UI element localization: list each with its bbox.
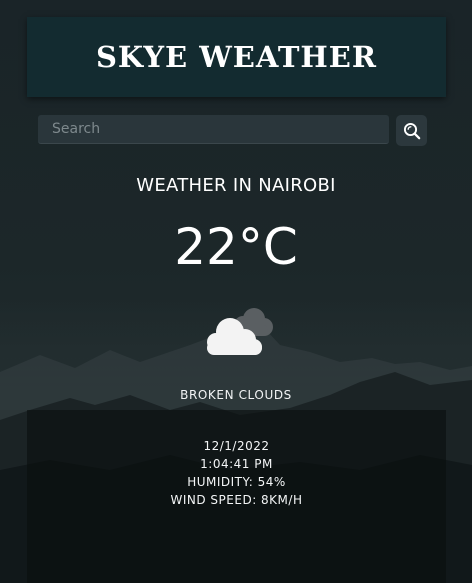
time-text: 1:04:41 PM <box>200 457 273 471</box>
app-header: SKYE WEATHER <box>27 17 446 97</box>
humidity-text: HUMIDITY: 54% <box>187 475 286 489</box>
search-input[interactable] <box>38 115 389 144</box>
weather-details-panel: 12/1/2022 1:04:41 PM HUMIDITY: 54% WIND … <box>27 410 446 583</box>
app-container: SKYE WEATHER WEATHER IN NAIROBI 22°C <box>0 0 472 583</box>
location-heading: WEATHER IN NAIROBI <box>136 175 336 196</box>
search-icon <box>403 122 420 139</box>
temperature-value: 22°C <box>174 218 298 276</box>
date-text: 12/1/2022 <box>203 439 270 453</box>
weather-description: BROKEN CLOUDS <box>180 388 292 402</box>
app-title: SKYE WEATHER <box>95 40 378 74</box>
broken-clouds-icon <box>207 308 273 355</box>
wind-speed-text: WIND SPEED: 8KM/H <box>170 493 303 507</box>
search-button[interactable] <box>396 115 427 146</box>
search-bar <box>38 115 430 146</box>
